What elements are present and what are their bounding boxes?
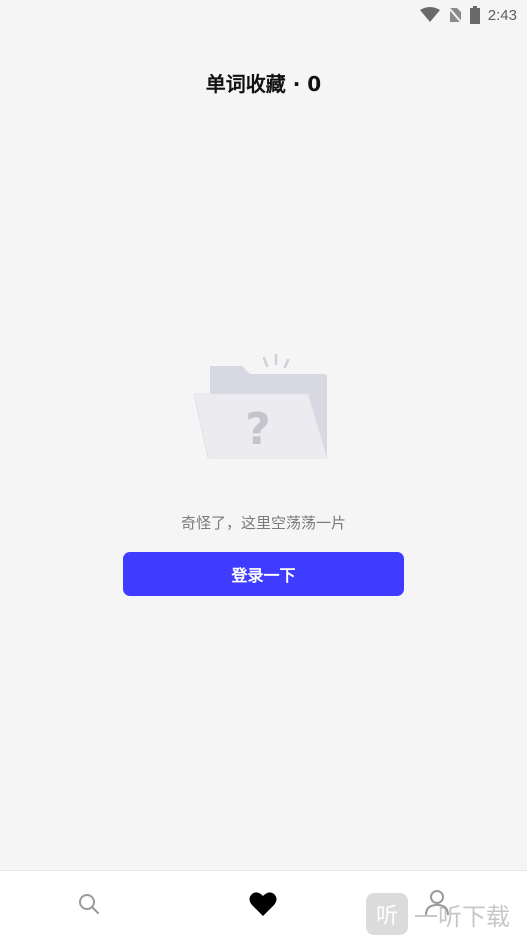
svg-text:?: ? <box>245 404 271 455</box>
watermark: 听 一听下载 <box>366 893 527 936</box>
heart-icon <box>249 892 277 916</box>
status-bar: 2:43 <box>0 0 527 30</box>
nav-search[interactable] <box>74 889 104 919</box>
battery-icon <box>469 6 480 24</box>
watermark-text: 一听下载 <box>414 903 510 931</box>
no-sim-icon <box>448 7 462 23</box>
nav-favorites[interactable] <box>248 889 278 919</box>
empty-message: 奇怪了，这里空荡荡一片 <box>180 514 346 532</box>
screen: 2:43 单词收藏 · 0 ? 奇怪了，这里空荡荡一片 登录一下 听 一听下载 <box>0 0 527 936</box>
status-time: 2:43 <box>487 6 517 24</box>
watermark-logo: 听 <box>366 893 408 935</box>
empty-folder-icon: ? <box>193 353 328 459</box>
search-icon <box>79 894 99 914</box>
login-button[interactable]: 登录一下 <box>123 552 404 596</box>
page-title: 单词收藏 · 0 <box>205 72 322 96</box>
wifi-icon <box>419 7 440 22</box>
